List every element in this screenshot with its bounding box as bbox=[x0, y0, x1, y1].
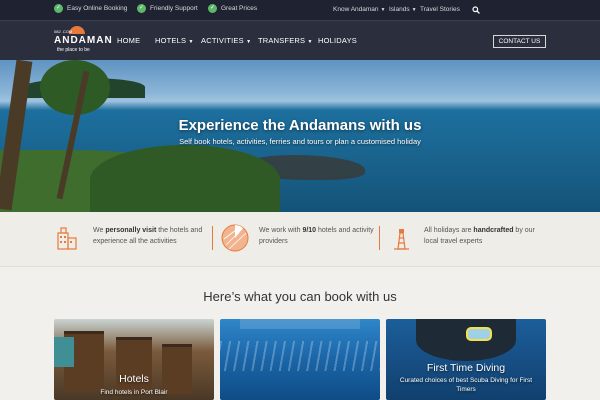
hero-foliage bbox=[90, 145, 280, 212]
nav-activities[interactable]: ACTIVITIES ▼ bbox=[201, 36, 251, 45]
hut-image bbox=[162, 344, 192, 394]
card-hotels[interactable]: Hotels Find hotels in Port Blair bbox=[54, 319, 214, 400]
check-icon: ✓ bbox=[137, 4, 146, 13]
feature-text-pre: We bbox=[93, 227, 106, 234]
check-icon: ✓ bbox=[208, 4, 217, 13]
nav-transfers[interactable]: TRANSFERS ▼ bbox=[258, 36, 313, 45]
chevron-down-icon: ▼ bbox=[246, 39, 252, 45]
link-label: Travel Stories bbox=[420, 6, 460, 13]
section-title: Here’s what you can book with us bbox=[203, 289, 397, 304]
feature-great-prices: ✓ Great Prices bbox=[208, 4, 257, 13]
logo-brand: ANDAMAN bbox=[54, 35, 113, 46]
card-title: Hotels bbox=[119, 373, 149, 385]
fish-school bbox=[220, 341, 380, 371]
feature-text-pre: We work with bbox=[259, 227, 303, 234]
check-icon: ✓ bbox=[54, 4, 63, 13]
feature-label: Easy Online Booking bbox=[67, 5, 128, 12]
lighthouse-icon bbox=[394, 229, 409, 250]
teal-roof bbox=[54, 337, 74, 367]
link-know-andaman[interactable]: Know Andaman ▼ bbox=[333, 6, 386, 13]
nav-home[interactable]: HOME bbox=[117, 36, 140, 45]
hotel-icon bbox=[57, 227, 77, 250]
divider bbox=[379, 226, 380, 250]
card-subtitle: Curated choices of best Scuba Diving for… bbox=[399, 377, 533, 393]
feature-label: Friendly Support bbox=[150, 5, 198, 12]
feature-text: We work with 9/10 hotels and activity pr… bbox=[259, 225, 374, 247]
diver-image bbox=[416, 319, 516, 361]
feature-friendly-support: ✓ Friendly Support bbox=[137, 4, 198, 13]
link-islands[interactable]: Islands ▼ bbox=[389, 6, 417, 13]
nav-hotels[interactable]: HOTELS ▼ bbox=[155, 36, 194, 45]
feature-text: We personally visit the hotels and exper… bbox=[93, 225, 208, 247]
nav-label: TRANSFERS bbox=[258, 36, 306, 45]
top-bar: ✓ Easy Online Booking ✓ Friendly Support… bbox=[0, 0, 600, 20]
features-strip: We personally visit the hotels and exper… bbox=[0, 212, 600, 267]
link-label: Know Andaman bbox=[333, 6, 379, 13]
search-icon[interactable] bbox=[472, 6, 480, 14]
feature-text-bold: 9/10 bbox=[302, 227, 317, 234]
chevron-down-icon: ▼ bbox=[307, 39, 313, 45]
hero-title: Experience the Andamans with us bbox=[178, 117, 422, 134]
feature-text-pre: All holidays are bbox=[424, 227, 474, 234]
feature-text-bold: handcrafted bbox=[473, 227, 514, 234]
chevron-down-icon: ▼ bbox=[188, 39, 194, 45]
chevron-down-icon: ▼ bbox=[411, 6, 417, 13]
site-logo[interactable]: 082 .COM ANDAMAN the place to be bbox=[54, 26, 112, 56]
hero-subtitle: Self book hotels, activities, ferries an… bbox=[179, 137, 421, 146]
card-title: First Time Diving bbox=[426, 362, 506, 374]
nav-holidays[interactable]: HOLIDAYS bbox=[318, 36, 357, 45]
contact-us-button[interactable]: CONTACT US bbox=[493, 35, 546, 48]
nav-label: HOTELS bbox=[155, 36, 187, 45]
divider bbox=[212, 226, 213, 250]
card-first-time-diving[interactable]: First Time Diving Curated choices of bes… bbox=[386, 319, 546, 400]
logo-top: 082 .COM bbox=[54, 29, 73, 34]
link-label: Islands bbox=[389, 6, 410, 13]
hero-banner: Experience the Andamans with us Self boo… bbox=[0, 60, 600, 212]
link-travel-stories[interactable]: Travel Stories bbox=[420, 6, 460, 13]
feature-easy-booking: ✓ Easy Online Booking bbox=[54, 4, 127, 13]
pie-icon bbox=[221, 224, 249, 252]
logo-tagline: the place to be bbox=[57, 47, 90, 53]
dive-mask-icon bbox=[466, 327, 492, 341]
water-surface bbox=[240, 319, 360, 329]
feature-text-bold: personally visit bbox=[105, 227, 157, 234]
chevron-down-icon: ▼ bbox=[380, 6, 386, 13]
card-underwater[interactable] bbox=[220, 319, 380, 400]
card-subtitle: Find hotels in Port Blair bbox=[100, 389, 168, 396]
feature-text: All holidays are handcrafted by our loca… bbox=[424, 225, 539, 247]
feature-label: Great Prices bbox=[221, 5, 258, 12]
nav-label: ACTIVITIES bbox=[201, 36, 244, 45]
main-header: 082 .COM ANDAMAN the place to be HOME HO… bbox=[0, 20, 600, 60]
